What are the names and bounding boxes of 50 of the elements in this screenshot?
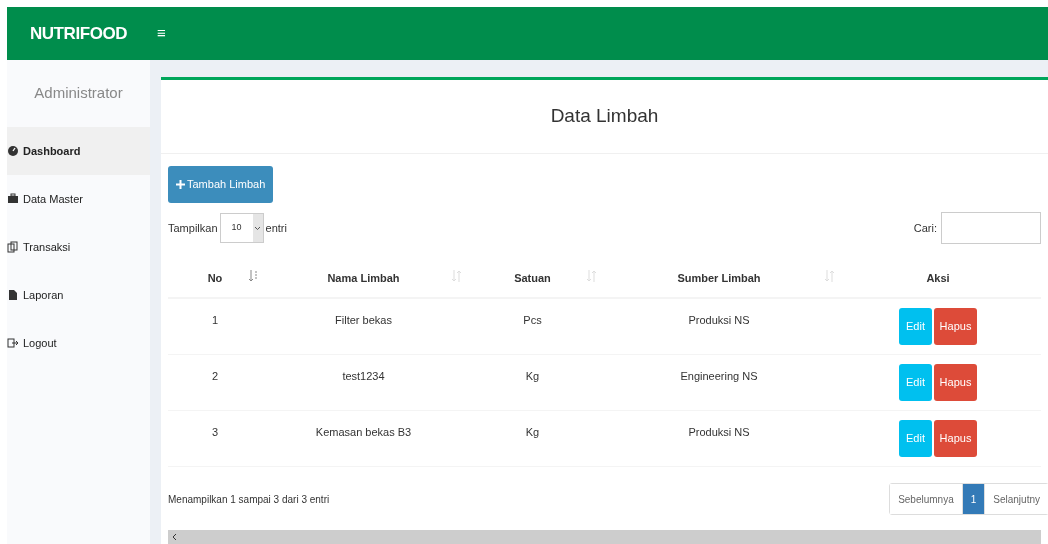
add-button[interactable]: Tambah Limbah <box>168 166 274 203</box>
chevron-left-icon[interactable] <box>172 533 177 541</box>
table-cell-text: Pcs <box>523 313 542 328</box>
delete-button[interactable]: Hapus <box>934 420 977 457</box>
logout-icon <box>7 337 19 349</box>
table-cell-text: 3 <box>211 425 219 440</box>
delete-button[interactable]: Hapus <box>934 308 977 345</box>
table-cell-text: Filter bekas <box>335 313 392 328</box>
table-cell-text: Kg <box>525 369 540 384</box>
table-cell-text: 2 <box>211 369 219 384</box>
chevron-down-icon <box>254 225 262 231</box>
sort-icon[interactable] <box>587 269 596 282</box>
delete-button[interactable]: Hapus <box>934 364 977 401</box>
table-cell-text: test1234 <box>342 369 385 384</box>
sidebar-item[interactable]: Laporan <box>7 271 150 319</box>
table-info: Menampilkan 1 sampai 3 dari 3 entri <box>168 492 330 507</box>
panel-title: Data Limbah <box>550 104 659 129</box>
show-label: Tampilkan <box>168 220 218 236</box>
table-cell-text: Kg <box>525 425 540 440</box>
dashboard-icon <box>7 145 19 157</box>
column-header[interactable]: Satuan <box>514 269 551 287</box>
column-header[interactable]: Aksi <box>926 269 950 287</box>
pagination-button[interactable]: 1 <box>961 484 985 514</box>
user-name: Administrator <box>34 83 123 104</box>
search-field[interactable] <box>941 212 1041 244</box>
column-header[interactable]: Nama Limbah <box>327 269 400 287</box>
sort-icon[interactable] <box>825 269 834 282</box>
page-size-select[interactable]: 10 <box>219 213 264 243</box>
search-label: Cari: <box>913 220 937 236</box>
sort-ascending-icon[interactable] <box>249 269 258 282</box>
entries-label: entri <box>265 220 287 236</box>
sidebar-item[interactable]: Logout <box>7 319 150 367</box>
column-header[interactable]: Sumber Limbah <box>677 269 761 287</box>
file-icon <box>7 289 19 301</box>
table-cell-text: Kemasan bekas B3 <box>315 425 412 440</box>
sidebar-item[interactable]: Dashboard <box>7 127 150 175</box>
table-cell-text: Produksi NS <box>688 425 750 440</box>
briefcase-icon <box>7 193 19 205</box>
copy-icon <box>7 241 19 253</box>
sidebar-item[interactable]: Transaksi <box>7 223 150 271</box>
brand-logo[interactable]: NUTRIFOOD <box>29 20 128 47</box>
sidebar-item[interactable]: Data Master <box>7 175 150 223</box>
column-header[interactable]: No <box>207 269 223 287</box>
plus-icon <box>176 180 185 189</box>
horizontal-scrollbar[interactable] <box>168 530 1041 544</box>
table-cell-text: Engineering NS <box>680 369 758 384</box>
table-cell-text: 1 <box>211 313 219 328</box>
sort-icon[interactable] <box>452 269 461 282</box>
pagination-button[interactable]: Selanjutny <box>984 484 1048 514</box>
table-cell-text: Produksi NS <box>688 313 750 328</box>
